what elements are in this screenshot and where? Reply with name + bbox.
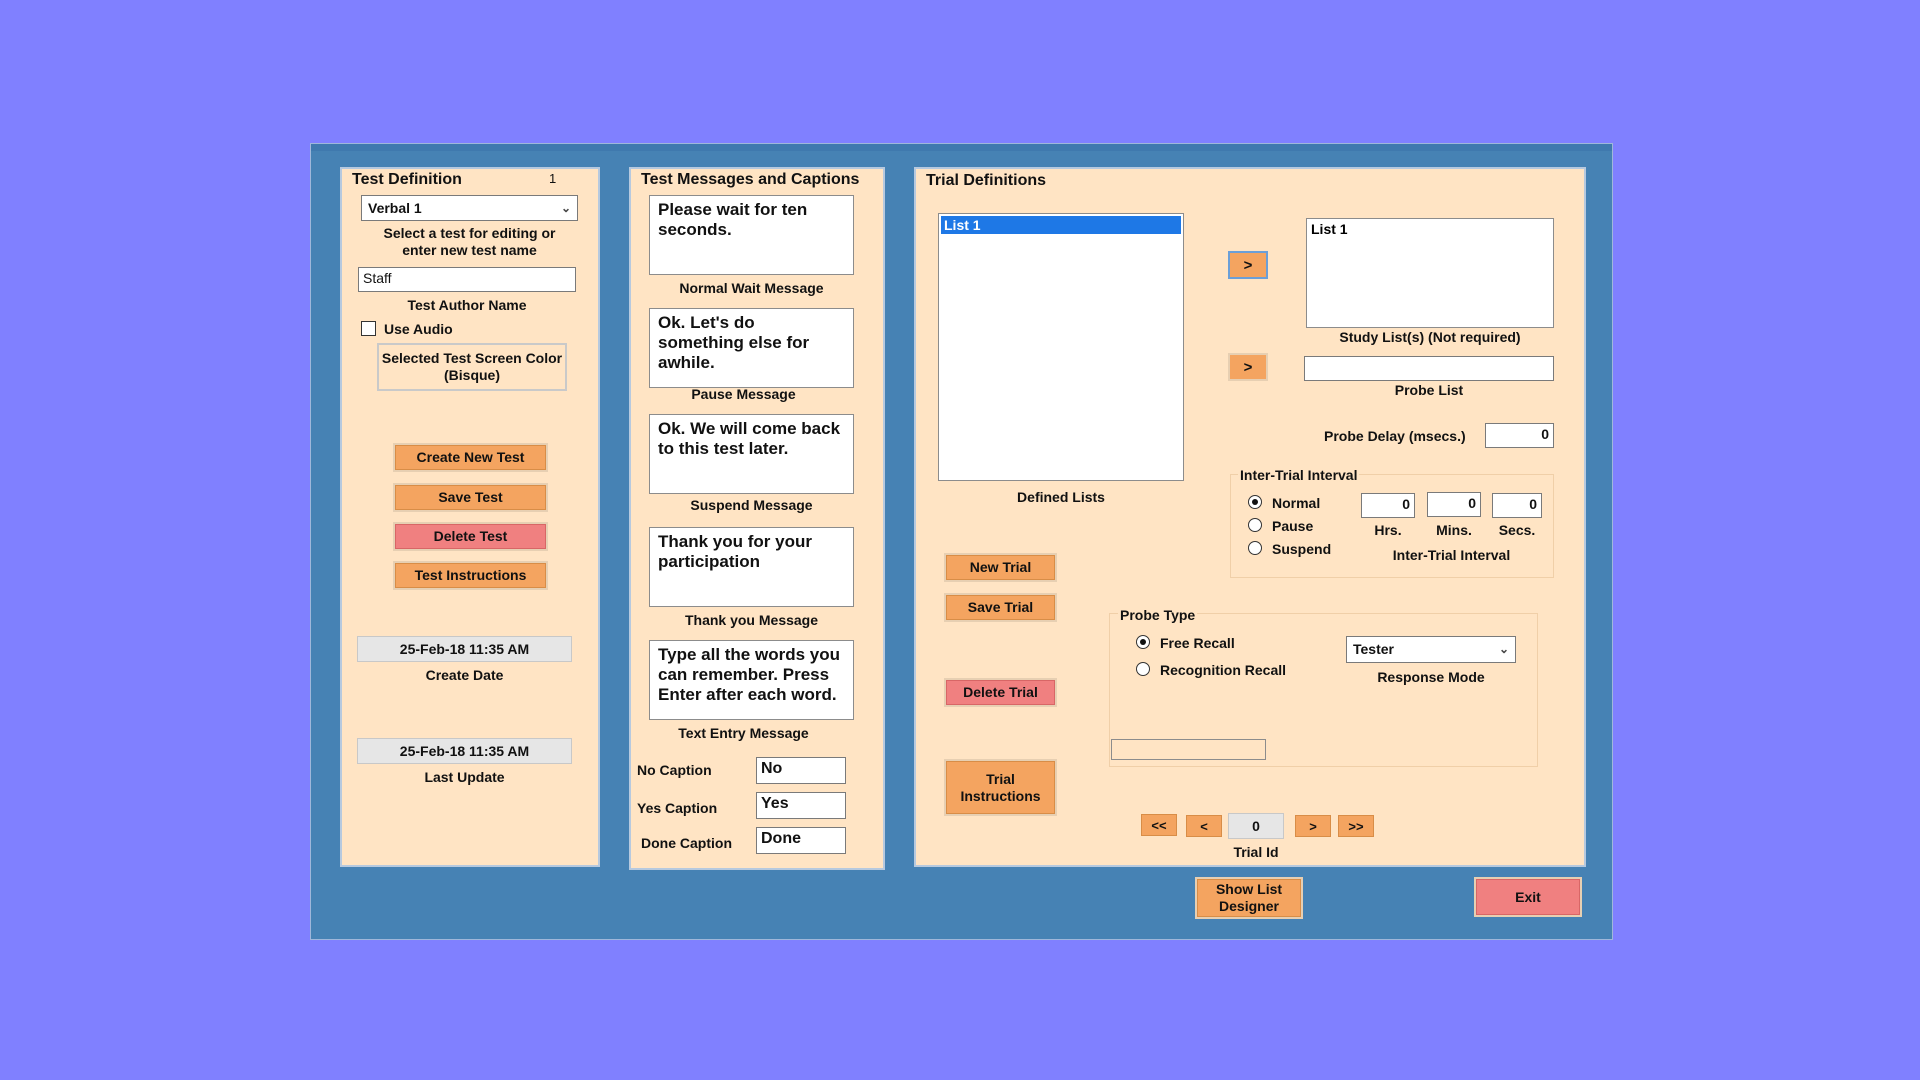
defined-lists-listbox[interactable]: List 1 (938, 213, 1184, 481)
iti-pause-label: Pause (1272, 518, 1314, 534)
iti-suspend-label: Suspend (1272, 541, 1332, 557)
done-caption-input[interactable]: Done (756, 827, 846, 854)
test-definition-panel: Test Definition 1 Verbal 1 ⌄ Select a te… (340, 167, 600, 867)
hrs-label: Hrs. (1374, 522, 1402, 538)
probe-list-input[interactable] (1304, 356, 1554, 381)
chevron-down-icon: ⌄ (1498, 642, 1509, 656)
suspend-label: Suspend Message (690, 497, 813, 513)
iti-hrs-input[interactable]: 0 (1361, 493, 1415, 518)
window-top-bar (311, 144, 1612, 151)
trial-id-value: 0 (1228, 813, 1284, 839)
use-audio-checkbox[interactable] (361, 321, 376, 336)
first-trial-button[interactable]: << (1141, 814, 1177, 836)
iti-mins-input[interactable]: 0 (1427, 492, 1481, 517)
thankyou-textbox[interactable]: Thank you for your participation (649, 527, 854, 607)
main-window: Test Definition 1 Verbal 1 ⌄ Select a te… (310, 143, 1613, 940)
iti-normal-label: Normal (1272, 495, 1321, 511)
iti-suspend-radio[interactable] (1248, 541, 1262, 555)
no-caption-input[interactable]: No (756, 757, 846, 784)
last-update-label: Last Update (424, 769, 505, 785)
study-list-item[interactable]: List 1 (1311, 221, 1549, 237)
text-entry-label: Text Entry Message (678, 725, 809, 741)
save-trial-button[interactable]: Save Trial (944, 593, 1057, 622)
add-study-list-button[interactable]: > (1228, 251, 1268, 279)
free-recall-label: Free Recall (1160, 635, 1235, 651)
secs-label: Secs. (1498, 522, 1536, 538)
last-trial-button[interactable]: >> (1338, 815, 1374, 837)
iti-normal-radio[interactable] (1248, 495, 1262, 509)
new-trial-button[interactable]: New Trial (944, 553, 1057, 582)
defined-lists-label: Defined Lists (1017, 489, 1105, 505)
probe-delay-label: Probe Delay (msecs.) (1324, 428, 1466, 444)
test-select-value: Verbal 1 (368, 200, 422, 216)
free-recall-radio[interactable] (1136, 635, 1150, 649)
add-probe-list-button[interactable]: > (1228, 353, 1268, 381)
iti-pause-radio[interactable] (1248, 518, 1262, 532)
mins-label: Mins. (1436, 522, 1472, 538)
done-caption-label: Done Caption (641, 835, 732, 851)
create-new-test-button[interactable]: Create New Test (393, 443, 548, 472)
create-date-label: Create Date (425, 667, 504, 683)
test-instructions-button[interactable]: Test Instructions (393, 561, 548, 590)
probe-type-title: Probe Type (1118, 607, 1198, 623)
next-trial-button[interactable]: > (1295, 815, 1331, 837)
inter-trial-interval-caption: Inter-Trial Interval (1392, 547, 1511, 563)
pause-textbox[interactable]: Ok. Let's do something else for awhile. (649, 308, 854, 388)
show-list-designer-button[interactable]: Show List Designer (1195, 877, 1303, 919)
trial-definitions-title: Trial Definitions (926, 172, 1047, 189)
test-messages-title: Test Messages and Captions (641, 171, 860, 188)
delete-test-button[interactable]: Delete Test (393, 522, 548, 551)
test-definition-title: Test Definition (352, 171, 462, 188)
iti-secs-input[interactable]: 0 (1492, 493, 1542, 518)
save-test-button[interactable]: Save Test (393, 483, 548, 512)
probe-delay-input[interactable]: 0 (1485, 423, 1554, 448)
author-name-label: Test Author Name (407, 297, 527, 313)
probe-type-field[interactable] (1111, 739, 1266, 760)
response-mode-value: Tester (1353, 641, 1394, 657)
chevron-down-icon: ⌄ (560, 201, 571, 215)
delete-trial-button[interactable]: Delete Trial (944, 678, 1057, 707)
recognition-recall-label: Recognition Recall (1160, 662, 1287, 678)
normal-wait-textbox[interactable]: Please wait for ten seconds. (649, 195, 854, 275)
study-lists-listbox[interactable]: List 1 (1306, 218, 1554, 328)
prev-trial-button[interactable]: < (1186, 815, 1222, 837)
suspend-textbox[interactable]: Ok. We will come back to this test later… (649, 414, 854, 494)
defined-list-item[interactable]: List 1 (941, 216, 1181, 234)
trial-definitions-panel: Trial Definitions List 1 Defined Lists >… (914, 167, 1586, 867)
create-date-value: 25-Feb-18 11:35 AM (357, 636, 572, 662)
study-list-label: Study List(s) (Not required) (1339, 329, 1521, 345)
thankyou-label: Thank you Message (684, 612, 819, 628)
last-update-value: 25-Feb-18 11:35 AM (357, 738, 572, 764)
inter-trial-interval-title: Inter-Trial Interval (1238, 467, 1360, 483)
recognition-recall-radio[interactable] (1136, 662, 1150, 676)
use-audio-label: Use Audio (384, 321, 453, 337)
exit-button[interactable]: Exit (1474, 877, 1582, 917)
probe-list-label: Probe List (1394, 382, 1464, 398)
screen-color-button[interactable]: Selected Test Screen Color (Bisque) (377, 343, 567, 391)
response-mode-label: Response Mode (1377, 669, 1485, 685)
test-select-dropdown[interactable]: Verbal 1 ⌄ (361, 195, 578, 221)
test-messages-panel: Test Messages and Captions Please wait f… (629, 167, 885, 870)
text-entry-textbox[interactable]: Type all the words you can remember. Pre… (649, 640, 854, 720)
no-caption-label: No Caption (637, 762, 712, 778)
yes-caption-input[interactable]: Yes (756, 792, 846, 819)
trial-id-label: Trial Id (1233, 844, 1279, 860)
normal-wait-label: Normal Wait Message (679, 280, 824, 296)
pause-label: Pause Message (691, 386, 796, 402)
select-test-hint: Select a test for editing or enter new t… (383, 225, 556, 258)
yes-caption-label: Yes Caption (637, 800, 718, 816)
response-mode-dropdown[interactable]: Tester ⌄ (1346, 636, 1516, 663)
test-number: 1 (549, 171, 557, 186)
author-name-input[interactable]: Staff (358, 267, 576, 292)
trial-instructions-button[interactable]: Trial Instructions (944, 759, 1057, 816)
